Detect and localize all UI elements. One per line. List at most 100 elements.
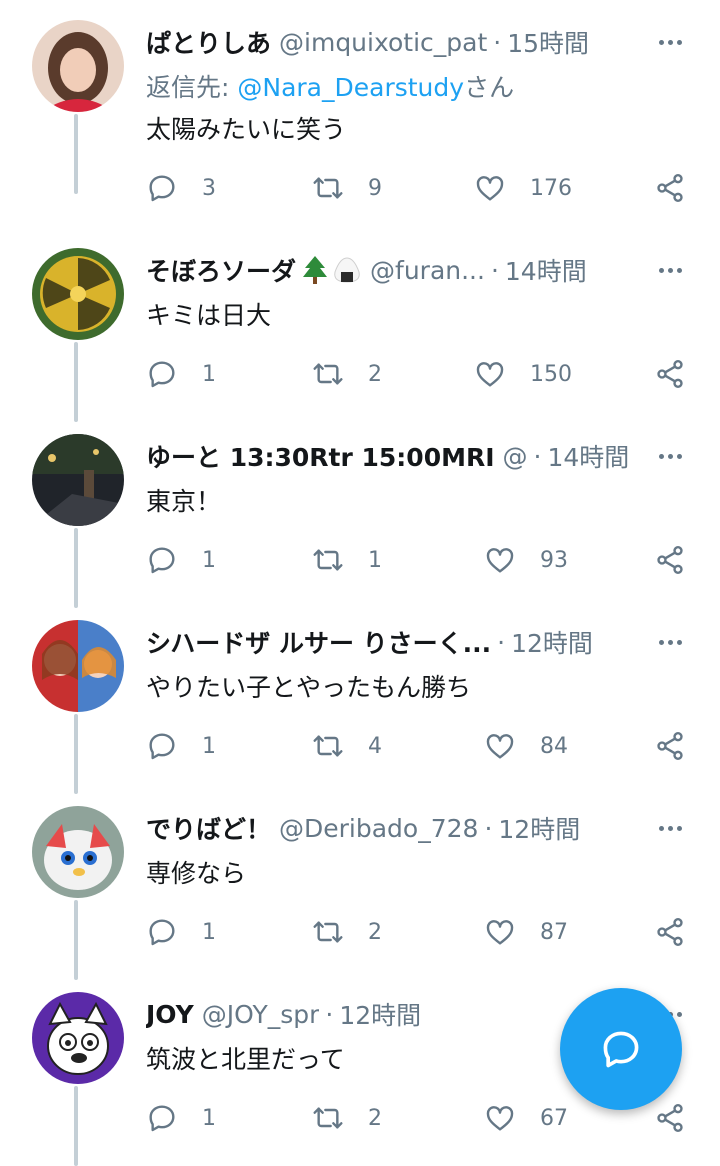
avatar[interactable] bbox=[32, 806, 124, 898]
reply-count: 1 bbox=[202, 919, 216, 945]
like-button[interactable]: 67 bbox=[484, 1098, 568, 1138]
tweet-header: ゆーと 13:30Rtr 15:00MRI @ · 14時間 bbox=[146, 436, 646, 476]
display-name[interactable]: ゆーと 13:30Rtr 15:00MRI bbox=[146, 438, 495, 474]
reply-button[interactable]: 3 bbox=[146, 168, 216, 208]
heart-icon bbox=[476, 362, 504, 387]
like-button[interactable]: 84 bbox=[484, 726, 568, 766]
thread-line bbox=[74, 714, 78, 794]
tweet[interactable]: ぱとりしあ @imquixotic_pat · 15時間 返信先: @Nara_… bbox=[0, 0, 720, 202]
more-options-icon[interactable] bbox=[652, 814, 688, 842]
compose-reply-button[interactable] bbox=[560, 988, 682, 1110]
timestamp[interactable]: 12時間 bbox=[511, 624, 593, 660]
like-button[interactable]: 93 bbox=[484, 540, 568, 580]
reply-mention-link[interactable]: @Nara_Dearstudy bbox=[237, 73, 464, 102]
tweet-text: 専修なら bbox=[146, 859, 247, 888]
retweet-count: 2 bbox=[368, 919, 382, 945]
more-options-icon[interactable] bbox=[652, 628, 688, 656]
tweet[interactable]: ゆーと 13:30Rtr 15:00MRI @ · 14時間 東京！ 1 1 9… bbox=[0, 414, 720, 608]
reply-count: 3 bbox=[202, 175, 216, 201]
tweet-text: キミは日大 bbox=[146, 301, 272, 330]
reply-button[interactable]: 1 bbox=[146, 912, 216, 952]
share-button[interactable] bbox=[654, 916, 686, 948]
retweet-icon bbox=[313, 177, 343, 199]
tweet-header: シハードザ ルサー りさーく... · 12時間 bbox=[146, 622, 646, 662]
reply-count: 1 bbox=[202, 733, 216, 759]
tweet[interactable]: シハードザ ルサー りさーく... · 12時間 やりたい子とやったもん勝ち 1… bbox=[0, 600, 720, 794]
timestamp[interactable]: 14時間 bbox=[505, 252, 587, 288]
tweet-actions: 1 2 150 bbox=[146, 354, 694, 394]
retweet-button[interactable]: 4 bbox=[312, 726, 382, 766]
tweet-actions: 1 2 87 bbox=[146, 912, 694, 952]
display-name[interactable]: ぱとりしあ bbox=[146, 24, 271, 60]
tweet-text: やりたい子とやったもん勝ち bbox=[146, 673, 472, 702]
user-handle[interactable]: @Deribado_728 bbox=[279, 814, 478, 843]
retweet-button[interactable]: 9 bbox=[312, 168, 382, 208]
thread-line bbox=[74, 900, 78, 980]
tweet-text: 筑波と北里だって bbox=[146, 1045, 345, 1074]
like-button[interactable]: 150 bbox=[474, 354, 572, 394]
heart-icon bbox=[476, 176, 504, 201]
timestamp[interactable]: 15時間 bbox=[507, 24, 589, 60]
like-count: 84 bbox=[540, 733, 568, 759]
reply-button[interactable]: 1 bbox=[146, 540, 216, 580]
user-handle[interactable]: @ bbox=[503, 442, 528, 471]
avatar[interactable] bbox=[32, 248, 124, 340]
share-button[interactable] bbox=[654, 544, 686, 576]
more-options-icon[interactable] bbox=[652, 28, 688, 56]
like-button[interactable]: 176 bbox=[474, 168, 572, 208]
retweet-icon bbox=[313, 921, 343, 943]
user-handle[interactable]: @furan... bbox=[370, 256, 485, 285]
share-button[interactable] bbox=[654, 1102, 686, 1134]
timestamp[interactable]: 12時間 bbox=[498, 810, 580, 846]
more-options-icon[interactable] bbox=[652, 442, 688, 470]
reply-button[interactable]: 1 bbox=[146, 354, 216, 394]
share-button[interactable] bbox=[654, 730, 686, 762]
share-icon bbox=[657, 918, 683, 946]
reply-icon bbox=[149, 175, 175, 202]
reply-icon bbox=[149, 919, 175, 946]
avatar[interactable] bbox=[32, 20, 124, 112]
tweet-text: 太陽みたいに笑う bbox=[146, 115, 347, 144]
like-button[interactable]: 87 bbox=[484, 912, 568, 952]
reply-icon bbox=[149, 547, 175, 574]
avatar[interactable] bbox=[32, 620, 124, 712]
like-count: 87 bbox=[540, 919, 568, 945]
reply-count: 1 bbox=[202, 547, 216, 573]
display-name[interactable]: シハードザ ルサー りさーく... bbox=[146, 624, 491, 660]
heart-icon bbox=[486, 734, 514, 759]
share-icon bbox=[657, 1104, 683, 1132]
retweet-button[interactable]: 2 bbox=[312, 354, 382, 394]
avatar[interactable] bbox=[32, 992, 124, 1084]
heart-icon bbox=[486, 920, 514, 945]
share-icon bbox=[657, 174, 683, 202]
retweet-button[interactable]: 1 bbox=[312, 540, 382, 580]
retweet-count: 1 bbox=[368, 547, 382, 573]
share-button[interactable] bbox=[654, 172, 686, 204]
more-options-icon[interactable] bbox=[652, 256, 688, 284]
retweet-count: 4 bbox=[368, 733, 382, 759]
tweet[interactable]: そぼろソーダ @furan... · 14時間 キミは日大 1 2 150 bbox=[0, 228, 720, 422]
avatar[interactable] bbox=[32, 434, 124, 526]
compose-reply-icon bbox=[603, 1031, 639, 1068]
user-handle[interactable]: @imquixotic_pat bbox=[279, 28, 487, 57]
timestamp[interactable]: 14時間 bbox=[547, 438, 629, 474]
tweet[interactable]: でりばど！ @Deribado_728 · 12時間 専修なら 1 2 87 bbox=[0, 786, 720, 980]
tweet-actions: 1 4 84 bbox=[146, 726, 694, 766]
display-name[interactable]: でりばど！ bbox=[146, 810, 271, 846]
display-name[interactable]: JOY bbox=[146, 1000, 194, 1029]
share-icon bbox=[657, 360, 683, 388]
tweet-text: 東京！ bbox=[146, 487, 222, 516]
share-button[interactable] bbox=[654, 358, 686, 390]
like-count: 176 bbox=[530, 175, 572, 201]
reply-count: 1 bbox=[202, 361, 216, 387]
display-name[interactable]: そぼろソーダ bbox=[146, 252, 296, 288]
like-count: 150 bbox=[530, 361, 572, 387]
retweet-button[interactable]: 2 bbox=[312, 1098, 382, 1138]
reply-button[interactable]: 1 bbox=[146, 1098, 216, 1138]
reply-button[interactable]: 1 bbox=[146, 726, 216, 766]
timestamp[interactable]: 12時間 bbox=[339, 996, 421, 1032]
reply-to-line: 返信先: @Nara_Dearstudyさん bbox=[146, 73, 515, 102]
retweet-button[interactable]: 2 bbox=[312, 912, 382, 952]
thread-line bbox=[74, 342, 78, 422]
user-handle[interactable]: @JOY_spr bbox=[202, 1000, 320, 1029]
